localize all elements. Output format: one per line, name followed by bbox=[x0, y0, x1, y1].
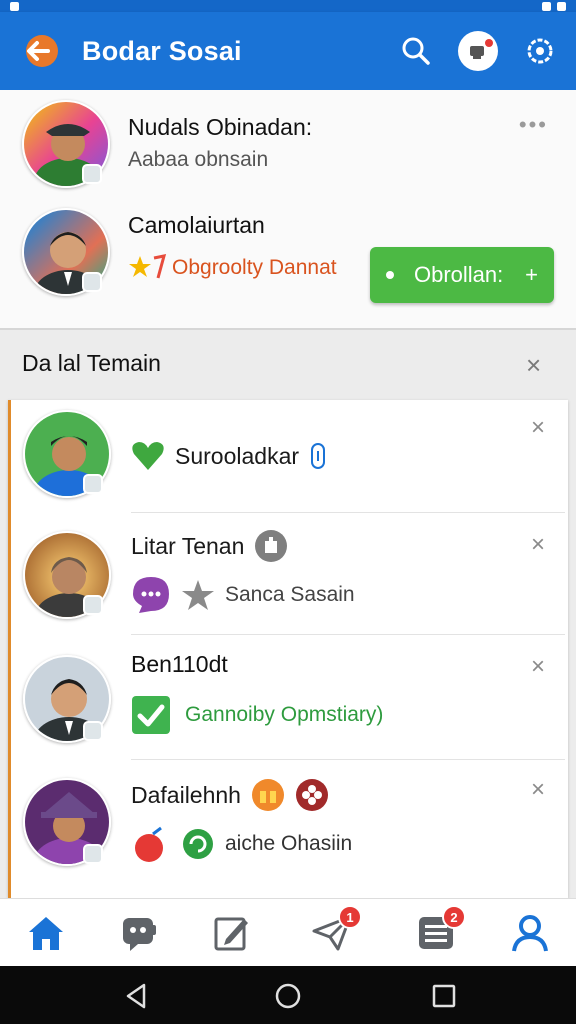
user-name: Camolaiurtan bbox=[128, 212, 265, 238]
star-icon bbox=[182, 580, 214, 610]
back-arrow-icon[interactable] bbox=[14, 25, 66, 77]
list-item[interactable]: Dafailehnh aiche Ohasiin × bbox=[11, 760, 568, 884]
close-button[interactable]: × bbox=[531, 653, 545, 681]
back-triangle-icon[interactable] bbox=[122, 982, 150, 1010]
chat-bot-icon[interactable] bbox=[118, 911, 162, 955]
notification-badge: 1 bbox=[338, 905, 362, 929]
friend-list: Surooladkar × Litar Tenan Sanca Sasain ×… bbox=[8, 400, 568, 898]
item-detail: Sanca Sasain bbox=[225, 583, 355, 606]
close-button[interactable]: × bbox=[531, 414, 545, 442]
status-bar bbox=[0, 0, 576, 12]
home-icon[interactable] bbox=[24, 911, 68, 955]
notification-dot bbox=[485, 39, 493, 47]
item-detail: Gannoiby Opmstiary) bbox=[185, 703, 384, 726]
item-name: Surooladkar bbox=[175, 442, 300, 469]
status-badge bbox=[83, 844, 103, 864]
close-button[interactable]: × bbox=[531, 776, 545, 804]
info-icon bbox=[311, 443, 326, 469]
battery-icon bbox=[557, 1, 566, 11]
settings-gear-icon[interactable] bbox=[520, 31, 560, 71]
status-badge bbox=[83, 721, 103, 741]
app-bar: Bodar Sosai bbox=[0, 12, 576, 90]
dot-icon bbox=[386, 271, 394, 279]
check-icon bbox=[132, 696, 170, 734]
chat-bubble-icon bbox=[133, 577, 169, 613]
notification-badge: 2 bbox=[442, 905, 466, 929]
recents-square-icon[interactable] bbox=[430, 982, 458, 1010]
star-icon bbox=[129, 254, 167, 279]
user-subtitle: Aabaa obnsain bbox=[128, 148, 269, 171]
wifi-icon bbox=[542, 1, 551, 11]
user-name: Nudals Obinadan: bbox=[128, 114, 313, 140]
apple-icon bbox=[135, 826, 163, 862]
search-icon[interactable] bbox=[396, 31, 436, 71]
item-name: Dafailehnh bbox=[131, 781, 241, 808]
app-title: Bodar Sosai bbox=[82, 35, 242, 66]
action-button[interactable]: Obrollan: + bbox=[370, 247, 554, 303]
edit-icon[interactable] bbox=[210, 911, 254, 955]
list-icon[interactable]: 2 bbox=[414, 905, 466, 955]
refresh-icon bbox=[183, 829, 213, 859]
list-item[interactable]: Surooladkar × bbox=[11, 400, 568, 512]
item-name: Ben110dt bbox=[131, 651, 228, 677]
status-badge bbox=[82, 272, 102, 292]
list-item[interactable]: Litar Tenan Sanca Sasain × bbox=[11, 513, 568, 633]
heart-icon bbox=[132, 442, 164, 470]
user-subtitle: Obgroolty Dannat bbox=[172, 256, 337, 279]
item-detail: aiche Ohasiin bbox=[225, 832, 353, 855]
item-name: Litar Tenan bbox=[131, 532, 245, 559]
profile-icon[interactable] bbox=[508, 911, 552, 955]
action-button-label: Obrollan: bbox=[414, 262, 504, 287]
signal-icon bbox=[10, 1, 19, 11]
flower-icon bbox=[295, 779, 328, 811]
bottom-navigation: 1 2 bbox=[0, 898, 576, 966]
more-options-icon[interactable]: ••• bbox=[519, 112, 548, 138]
section-title: Da lal Temain bbox=[22, 350, 161, 376]
close-button[interactable]: × bbox=[531, 531, 545, 559]
plus-icon: + bbox=[525, 262, 538, 287]
user-subtitle-row: Obgroolty Dannat bbox=[128, 254, 337, 282]
gift-icon bbox=[251, 779, 284, 811]
section-close-button[interactable]: × bbox=[526, 350, 541, 381]
send-icon[interactable]: 1 bbox=[310, 905, 362, 955]
profile-avatar-icon[interactable] bbox=[458, 31, 498, 71]
system-navigation-bar bbox=[0, 966, 576, 1024]
status-badge bbox=[83, 474, 103, 494]
badge-icon bbox=[255, 530, 288, 562]
list-item[interactable]: Ben110dt Gannoiby Opmstiary) × bbox=[11, 635, 568, 759]
status-badge bbox=[83, 595, 103, 615]
status-badge bbox=[82, 164, 102, 184]
home-circle-icon[interactable] bbox=[274, 982, 302, 1010]
